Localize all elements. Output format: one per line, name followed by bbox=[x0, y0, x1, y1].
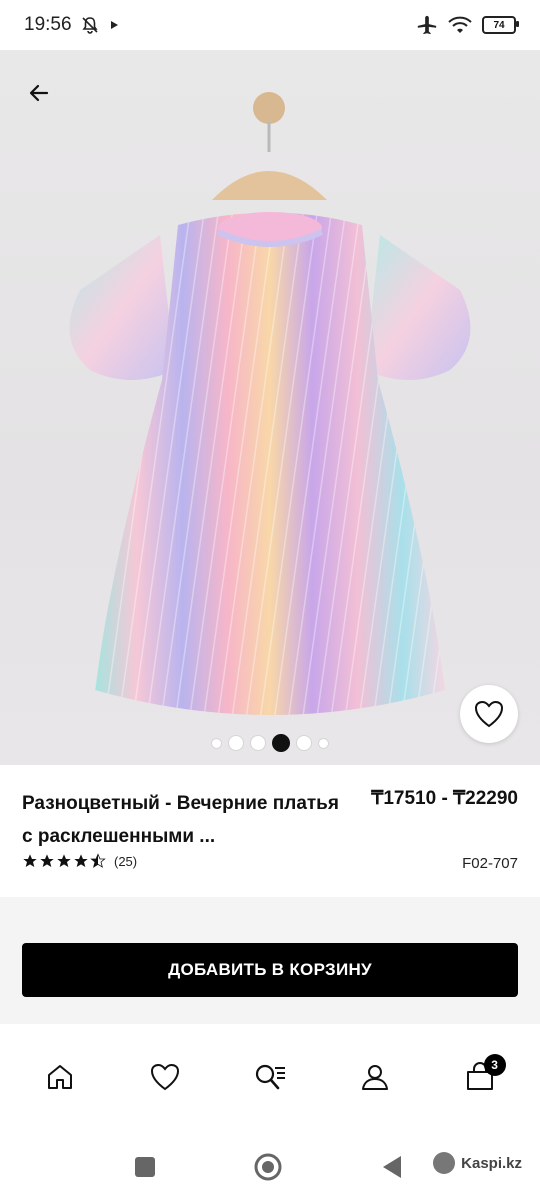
nav-profile[interactable] bbox=[345, 1047, 405, 1107]
heart-icon bbox=[474, 700, 504, 728]
nav-favorites[interactable] bbox=[135, 1047, 195, 1107]
carousel-dot-active[interactable] bbox=[272, 734, 290, 752]
carousel-dot[interactable] bbox=[211, 737, 222, 749]
wifi-icon bbox=[448, 16, 472, 33]
review-count: (25) bbox=[114, 853, 138, 869]
product-price: ₸17510 - ₸22290 bbox=[371, 788, 518, 809]
star-icon bbox=[74, 854, 88, 867]
bottom-nav: 3 bbox=[0, 1024, 540, 1130]
product-title: Разноцветный - Вечерние платья с расклеш… bbox=[22, 793, 339, 847]
status-time: 19:56 bbox=[24, 14, 72, 35]
half-star-icon bbox=[90, 853, 106, 868]
nav-cart[interactable]: 3 bbox=[450, 1047, 510, 1107]
rating-stars bbox=[22, 853, 106, 869]
rating[interactable]: (25) bbox=[22, 853, 137, 869]
carousel-dot[interactable] bbox=[250, 735, 266, 751]
carousel-indicator bbox=[0, 734, 540, 752]
carousel-dot[interactable] bbox=[228, 735, 244, 751]
kaspi-logo-icon bbox=[433, 1152, 456, 1174]
recents-icon[interactable] bbox=[134, 1156, 156, 1178]
add-to-cart-button[interactable]: ДОБАВИТЬ В КОРЗИНУ bbox=[22, 943, 518, 997]
cart-badge: 3 bbox=[483, 1054, 506, 1076]
watermark-text: Kaspi.kz bbox=[461, 1154, 522, 1172]
carousel-dot[interactable] bbox=[318, 737, 329, 749]
product-image[interactable] bbox=[0, 50, 540, 765]
battery-icon: 74 bbox=[482, 16, 519, 34]
back-button[interactable] bbox=[22, 76, 56, 110]
system-back-icon[interactable] bbox=[380, 1154, 404, 1180]
system-nav: Kaspi.kz bbox=[0, 1130, 540, 1200]
profile-icon bbox=[361, 1065, 388, 1090]
battery-level: 74 bbox=[493, 19, 505, 31]
dress-illustration bbox=[69, 92, 471, 715]
back-arrow-icon bbox=[29, 84, 49, 102]
home-button-icon[interactable] bbox=[253, 1152, 283, 1182]
product-info: Разноцветный - Вечерние платья с расклеш… bbox=[0, 765, 540, 897]
search-list-icon bbox=[255, 1064, 285, 1090]
cart-area: ДОБАВИТЬ В КОРЗИНУ bbox=[0, 897, 540, 1024]
star-icon bbox=[23, 854, 37, 867]
play-icon bbox=[110, 21, 118, 29]
nav-search[interactable] bbox=[240, 1047, 300, 1107]
favorites-icon bbox=[151, 1063, 180, 1091]
carousel-dot[interactable] bbox=[296, 735, 312, 751]
airplane-icon bbox=[417, 15, 437, 35]
watermark: Kaspi.kz bbox=[433, 1152, 522, 1174]
home-icon bbox=[48, 1065, 73, 1089]
product-sku: F02-707 bbox=[462, 855, 518, 872]
status-bar: 19:56 74 bbox=[0, 0, 540, 50]
star-icon bbox=[40, 854, 54, 867]
nav-home[interactable] bbox=[30, 1047, 90, 1107]
star-icon bbox=[57, 854, 71, 867]
silent-icon bbox=[81, 17, 98, 34]
